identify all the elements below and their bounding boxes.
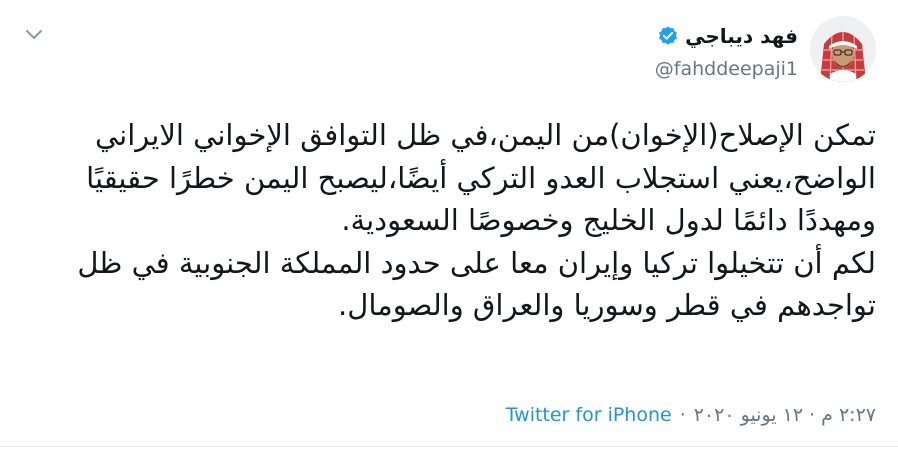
tweet-meta: ٢:٢٧ م · ١٢ يونيو ٢٠٢٠ · Twitter for iPhon… <box>506 402 876 428</box>
meta-separator: · <box>679 404 686 426</box>
tweet-text: تمكن الإصلاح(الإخوان)من اليمن،في ظل التو… <box>77 118 876 322</box>
tweet-card: فهد ديباجي @fahddeepaji1 تمكن الإصلاح(ال… <box>0 0 898 459</box>
author-display-name[interactable]: فهد ديباجي <box>685 22 798 50</box>
author-handle[interactable]: @fahddeepaji1 <box>655 56 798 82</box>
divider <box>0 446 898 447</box>
chevron-down-icon[interactable] <box>20 20 48 48</box>
tweet-timestamp[interactable]: ٢:٢٧ م · ١٢ يونيو ٢٠٢٠ <box>694 404 876 426</box>
tweet-author[interactable]: فهد ديباجي @fahddeepaji1 <box>655 22 798 82</box>
author-name-row: فهد ديباجي <box>655 22 798 50</box>
avatar[interactable] <box>810 16 876 82</box>
tweet-source-link[interactable]: Twitter for iPhone <box>506 404 672 426</box>
verified-badge-icon <box>657 25 679 47</box>
